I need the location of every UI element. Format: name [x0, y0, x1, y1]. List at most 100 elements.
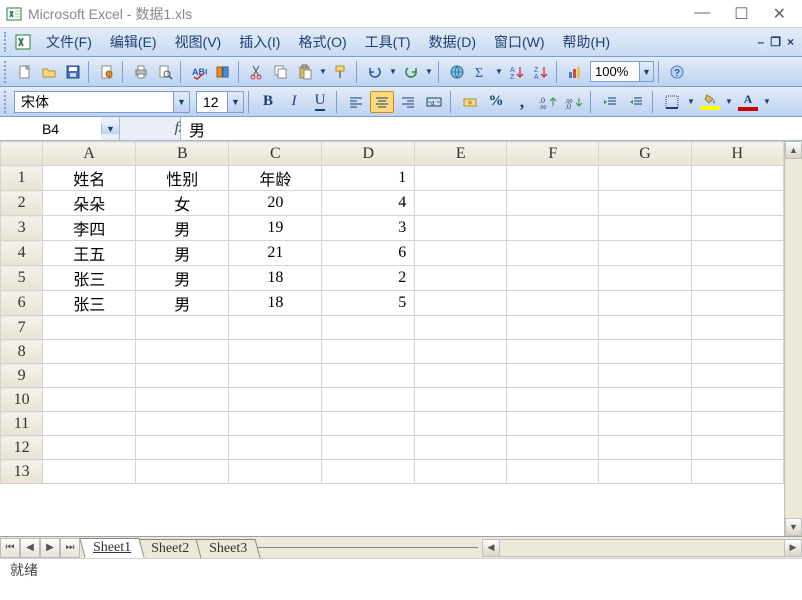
scroll-down-button[interactable]: ▼ — [785, 518, 802, 536]
menu-window[interactable]: 窗口(W) — [486, 29, 553, 55]
name-box-dropdown[interactable]: ▼ — [101, 124, 119, 134]
cut-button[interactable] — [246, 61, 268, 83]
zoom-input[interactable] — [591, 64, 639, 79]
close-button[interactable]: ✕ — [773, 4, 786, 24]
toolbar-handle[interactable] — [4, 61, 10, 83]
column-header[interactable]: C — [229, 142, 322, 166]
cell[interactable]: 6 — [322, 241, 415, 266]
cell[interactable] — [229, 388, 322, 412]
select-all-corner[interactable] — [1, 142, 43, 166]
fill-color-button[interactable] — [698, 91, 722, 113]
cell[interactable] — [136, 316, 229, 340]
sheet-tab[interactable]: Sheet1 — [79, 538, 144, 558]
paste-dropdown[interactable]: ▼ — [318, 67, 328, 76]
cell[interactable]: 张三 — [43, 291, 136, 316]
permission-button[interactable] — [96, 61, 118, 83]
tab-nav-first[interactable]: ⏮ — [0, 538, 20, 558]
cell[interactable] — [599, 316, 691, 340]
cell[interactable] — [229, 436, 322, 460]
minimize-button[interactable]: — — [694, 4, 710, 24]
chart-wizard-button[interactable] — [564, 61, 586, 83]
cell[interactable] — [507, 166, 599, 191]
row-header[interactable]: 10 — [1, 388, 43, 412]
cell[interactable] — [599, 216, 691, 241]
cell[interactable] — [322, 316, 415, 340]
decrease-indent-button[interactable] — [598, 91, 622, 113]
name-box-value[interactable]: B4 — [0, 117, 101, 140]
cell[interactable]: 2 — [322, 266, 415, 291]
cell[interactable] — [415, 266, 507, 291]
cell[interactable] — [507, 241, 599, 266]
print-button[interactable] — [130, 61, 152, 83]
cell[interactable] — [415, 436, 507, 460]
cell[interactable] — [43, 340, 136, 364]
align-right-button[interactable] — [396, 91, 420, 113]
cell[interactable] — [43, 412, 136, 436]
open-button[interactable] — [38, 61, 60, 83]
cell[interactable] — [691, 388, 783, 412]
row-header[interactable]: 8 — [1, 340, 43, 364]
zoom-dropdown[interactable]: ▼ — [639, 62, 653, 81]
cell[interactable]: 性别 — [136, 166, 229, 191]
cell[interactable] — [322, 364, 415, 388]
align-left-button[interactable] — [344, 91, 368, 113]
research-button[interactable] — [212, 61, 234, 83]
cell[interactable] — [691, 166, 783, 191]
mdi-restore-button[interactable]: ❐ — [770, 35, 781, 49]
column-header[interactable]: A — [43, 142, 136, 166]
scroll-up-button[interactable]: ▲ — [785, 141, 802, 159]
vertical-scrollbar[interactable]: ▲ ▼ — [784, 141, 802, 536]
hyperlink-button[interactable] — [446, 61, 468, 83]
row-header[interactable]: 2 — [1, 191, 43, 216]
cell[interactable] — [599, 340, 691, 364]
cell[interactable] — [136, 412, 229, 436]
fill-color-dropdown[interactable]: ▼ — [724, 97, 734, 106]
underline-button[interactable]: U — [308, 91, 332, 113]
font-color-button[interactable]: A — [736, 91, 760, 113]
menu-insert[interactable]: 插入(I) — [231, 29, 288, 55]
row-header[interactable]: 7 — [1, 316, 43, 340]
row-header[interactable]: 12 — [1, 436, 43, 460]
cell[interactable] — [599, 412, 691, 436]
cell[interactable] — [507, 340, 599, 364]
cell[interactable] — [136, 340, 229, 364]
increase-indent-button[interactable] — [624, 91, 648, 113]
cell[interactable]: 王五 — [43, 241, 136, 266]
cell[interactable] — [43, 316, 136, 340]
cell[interactable] — [136, 436, 229, 460]
cell[interactable] — [507, 291, 599, 316]
autosum-dropdown[interactable]: ▼ — [494, 67, 504, 76]
cell[interactable] — [691, 316, 783, 340]
menu-data[interactable]: 数据(D) — [421, 29, 484, 55]
column-header[interactable]: H — [691, 142, 783, 166]
format-painter-button[interactable] — [330, 61, 352, 83]
row-header[interactable]: 3 — [1, 216, 43, 241]
cell[interactable] — [415, 316, 507, 340]
cell[interactable] — [599, 166, 691, 191]
bold-button[interactable]: B — [256, 91, 280, 113]
merge-center-button[interactable]: a — [422, 91, 446, 113]
name-box[interactable]: B4 ▼ — [0, 117, 120, 140]
column-header[interactable]: D — [322, 142, 415, 166]
cell[interactable]: 张三 — [43, 266, 136, 291]
cell[interactable] — [415, 388, 507, 412]
cell[interactable] — [599, 241, 691, 266]
cell[interactable] — [415, 191, 507, 216]
cell[interactable]: 朵朵 — [43, 191, 136, 216]
cell[interactable]: 19 — [229, 216, 322, 241]
cell[interactable]: 21 — [229, 241, 322, 266]
tab-nav-prev[interactable]: ◀ — [20, 538, 40, 558]
column-header[interactable]: F — [507, 142, 599, 166]
cell[interactable] — [322, 412, 415, 436]
row-header[interactable]: 6 — [1, 291, 43, 316]
cell[interactable] — [691, 340, 783, 364]
print-preview-button[interactable] — [154, 61, 176, 83]
cell[interactable]: 姓名 — [43, 166, 136, 191]
cell[interactable] — [43, 388, 136, 412]
cell[interactable] — [229, 340, 322, 364]
cell[interactable] — [507, 191, 599, 216]
cell[interactable]: 男 — [136, 216, 229, 241]
cell[interactable]: 男 — [136, 266, 229, 291]
menu-view[interactable]: 视图(V) — [167, 29, 230, 55]
cell[interactable] — [599, 388, 691, 412]
